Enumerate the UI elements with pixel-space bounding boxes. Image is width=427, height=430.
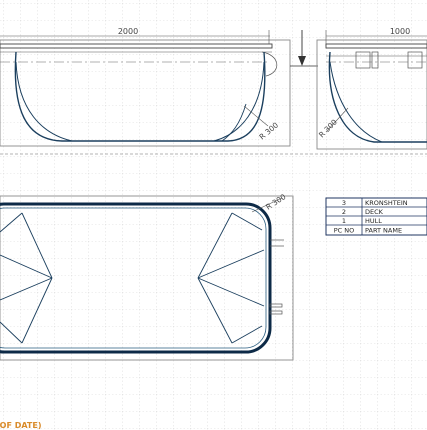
parts-header-no: PC NO — [334, 227, 355, 235]
parts-row-no: 2 — [342, 208, 346, 216]
parts-row-no: 1 — [342, 217, 346, 225]
parts-header-name: PART NAME — [365, 227, 402, 235]
end-deck — [325, 43, 427, 49]
drawing-sheet: 2000 R 300 1000 R 300 R 300 3 KRONSHTEIN… — [0, 0, 427, 430]
end-width-dimension: 1000 — [390, 27, 410, 36]
side-deck — [0, 43, 273, 49]
parts-row-name: KRONSHTEIN — [365, 199, 408, 207]
parts-row-no: 3 — [342, 199, 346, 207]
side-length-dimension: 2000 — [118, 27, 138, 36]
parts-table: 3 KRONSHTEIN 2 DECK 1 HULL PC NO PART NA… — [325, 197, 427, 236]
date-stamp: (OF DATE) — [0, 421, 42, 430]
parts-row-name: DECK — [365, 208, 384, 216]
parts-row-name: HULL — [365, 217, 382, 225]
